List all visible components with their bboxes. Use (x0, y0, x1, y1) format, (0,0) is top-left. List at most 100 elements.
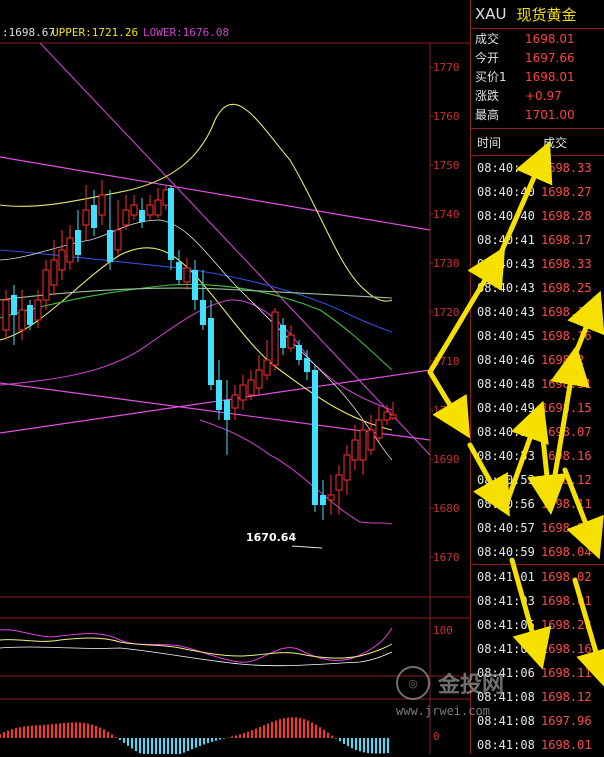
tick-time: 08:40:40 (477, 209, 535, 223)
symbol-code: XAU (475, 5, 507, 23)
candle (2, 290, 10, 340)
tick-row[interactable]: 08:40:53 1698.12 (471, 468, 604, 492)
tick-time: 08:40:57 (477, 521, 535, 535)
price-tick: 1760 (433, 110, 460, 123)
price-tick: 1740 (433, 208, 460, 221)
quote-label: 买价1 (475, 70, 507, 84)
tick-time: 08:40:53 (477, 449, 535, 463)
quote-row: 买价1 1698.01 (471, 67, 604, 86)
candle (359, 420, 367, 475)
tick-price: 1698.31 (541, 377, 592, 391)
candle (375, 405, 383, 442)
tick-row[interactable]: 08:40:40 1698.33 (471, 156, 604, 180)
quote-row: 成交 1698.01 (471, 29, 604, 48)
tick-price: 1698.23 (541, 618, 592, 632)
tick-price: 1698.28 (541, 209, 592, 223)
tick-row[interactable]: 08:40:45 1698.16 (471, 324, 604, 348)
candle (183, 258, 191, 290)
price-tick: 1770 (433, 61, 460, 74)
watermark-url: www.jrwei.com (396, 704, 490, 718)
tick-row[interactable]: 08:40:40 1698.28 (471, 204, 604, 228)
mid-value: :1698.67 (2, 26, 55, 39)
price-chart[interactable]: :1698.67 UPPER:1721.26 LOWER:1676.08 177… (0, 0, 470, 754)
candle (312, 365, 318, 512)
tick-row[interactable]: 08:41:08 1697.96 (471, 709, 604, 733)
candle (351, 425, 359, 470)
brand-logo-icon: ◎ (396, 666, 430, 700)
quote-value: 1701.00 (525, 107, 575, 122)
tick-price: 1698.27 (541, 185, 592, 199)
candle (320, 480, 326, 520)
price-header: 成交 (543, 135, 568, 150)
tick-price: 1698.07 (541, 425, 592, 439)
tick-row[interactable]: 08:40:46 1698.2 (471, 348, 604, 372)
lower-value: LOWER:1676.08 (143, 26, 229, 39)
tick-time: 08:40:53 (477, 473, 535, 487)
tick-price: 1698.11 (541, 666, 592, 680)
price-tick: 1720 (433, 306, 460, 319)
tick-row[interactable]: 08:40:48 1698.31 (471, 372, 604, 396)
quote-value: 1698.01 (525, 69, 575, 84)
tick-row[interactable]: 08:41:05 1698.23 (471, 613, 604, 637)
tick-price: 1698.33 (541, 161, 592, 175)
quote-row: 今开 1697.66 (471, 48, 604, 67)
watermark-logo: ◎ 金投网 (396, 664, 546, 702)
tick-price: 1698.01 (541, 594, 592, 608)
tick-row[interactable]: 08:40:43 1698.25 (471, 276, 604, 300)
candle (114, 200, 122, 255)
candle (343, 445, 351, 495)
tick-time: 08:41:01 (477, 570, 535, 584)
tick-row[interactable]: 08:40:40 1698.27 (471, 180, 604, 204)
tick-row[interactable]: 08:40:43 1698.33 (471, 252, 604, 276)
tick-time: 08:40:40 (477, 161, 535, 175)
quote-label: 成交 (475, 32, 500, 46)
candle (208, 300, 214, 390)
candle (263, 340, 271, 380)
time-header: 时间 (477, 135, 502, 150)
tick-row[interactable]: 08:40:53 1698.16 (471, 444, 604, 468)
candle (75, 210, 81, 262)
tick-price: 1698.21 (541, 521, 592, 535)
candle (389, 402, 397, 420)
tick-price: 1698.16 (541, 449, 592, 463)
oscillator-lines (0, 627, 393, 667)
tick-price: 1698.04 (541, 545, 592, 559)
tick-time: 08:40:43 (477, 257, 535, 271)
quote-row: 涨跌 +0.97 (471, 86, 604, 105)
tick-row[interactable]: 08:40:51 1698.07 (471, 420, 604, 444)
tick-row[interactable]: 08:41:03 1698.01 (471, 589, 604, 613)
tick-row[interactable]: 08:41:05 1698.16 (471, 637, 604, 661)
tick-row[interactable]: 08:41:01 1698.02 (471, 564, 604, 589)
tick-row[interactable]: 08:40:57 1698.21 (471, 516, 604, 540)
tick-time: 08:40:49 (477, 401, 535, 415)
candle (335, 465, 343, 515)
candle (247, 370, 255, 400)
tick-row[interactable]: 08:40:43 1698.15 (471, 300, 604, 324)
tick-time: 08:40:40 (477, 185, 535, 199)
candle (82, 185, 90, 240)
tick-price: 1697.96 (541, 714, 592, 728)
candle (42, 260, 50, 310)
candle (176, 250, 182, 285)
tick-price: 1698.16 (541, 329, 592, 343)
candle (122, 195, 130, 230)
quote-summary: 成交 1698.01 今开 1697.66 买价1 1698.01 涨跌 +0.97 最高 170… (471, 29, 604, 124)
tick-row[interactable]: 08:40:49 1698.15 (471, 396, 604, 420)
macd-histogram (0, 717, 389, 754)
tick-price: 1698.01 (541, 738, 592, 752)
quote-label: 今开 (475, 51, 500, 65)
candle (287, 325, 295, 352)
candle (168, 185, 174, 270)
candle (66, 225, 74, 270)
candle (327, 475, 335, 515)
candle (200, 270, 206, 330)
candle (280, 318, 286, 355)
low-annotation: 1670.64 (246, 531, 296, 544)
tick-row[interactable]: 08:40:41 1698.17 (471, 228, 604, 252)
candle (154, 188, 162, 218)
tick-row[interactable]: 08:40:59 1698.04 (471, 540, 604, 564)
tick-price: 1698.11 (541, 497, 592, 511)
candle (367, 415, 375, 455)
tick-row[interactable]: 08:41:08 1698.01 (471, 733, 604, 757)
tick-row[interactable]: 08:40:56 1698.11 (471, 492, 604, 516)
